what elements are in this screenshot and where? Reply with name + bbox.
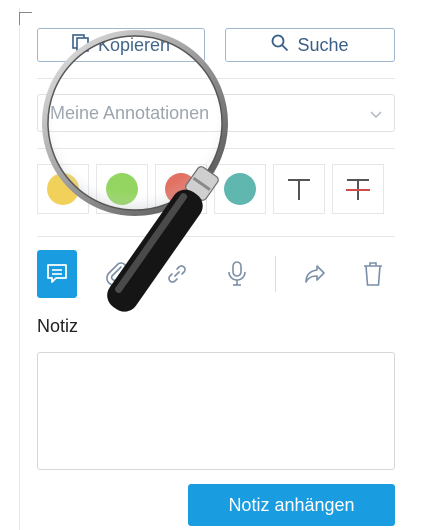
red-dot bbox=[165, 173, 197, 205]
note-label: Notiz bbox=[37, 316, 79, 336]
divider bbox=[37, 78, 395, 79]
annotation-toolbar bbox=[37, 250, 397, 298]
chevron-down-icon bbox=[370, 103, 382, 124]
copy-button[interactable]: Kopieren bbox=[37, 28, 205, 62]
search-label: Suche bbox=[297, 34, 349, 55]
color-swatch-teal[interactable] bbox=[214, 164, 266, 214]
paperclip-icon bbox=[106, 262, 127, 286]
delete-button[interactable] bbox=[353, 250, 393, 298]
color-swatch-red[interactable] bbox=[155, 164, 207, 214]
yellow-dot bbox=[47, 173, 79, 205]
microphone-icon bbox=[228, 261, 246, 286]
attach-button[interactable] bbox=[97, 250, 137, 298]
link-icon bbox=[168, 265, 186, 283]
color-swatch-green[interactable] bbox=[96, 164, 148, 214]
color-swatch-yellow[interactable] bbox=[37, 164, 89, 214]
trash-icon bbox=[364, 262, 382, 286]
search-icon bbox=[271, 34, 289, 57]
strikethrough-button[interactable] bbox=[332, 164, 384, 214]
comment-button[interactable] bbox=[37, 250, 77, 298]
note-textarea[interactable] bbox=[37, 352, 395, 470]
copy-label: Kopieren bbox=[97, 34, 171, 55]
divider bbox=[37, 236, 395, 237]
divider bbox=[37, 148, 395, 149]
green-dot bbox=[106, 173, 138, 205]
annotation-filter-select[interactable]: Meine Annotationen bbox=[37, 94, 395, 132]
search-button[interactable]: Suche bbox=[225, 28, 395, 62]
voice-note-button[interactable] bbox=[217, 250, 257, 298]
toolbar-separator bbox=[275, 256, 276, 292]
text-icon bbox=[288, 179, 310, 200]
comment-icon bbox=[47, 264, 67, 283]
text-style-button[interactable] bbox=[273, 164, 325, 214]
link-button[interactable] bbox=[157, 250, 197, 298]
annotation-filter-value: Meine Annotationen bbox=[50, 102, 210, 123]
share-arrow-icon bbox=[305, 265, 325, 283]
copy-icon bbox=[72, 33, 90, 57]
attach-note-button[interactable]: Notiz anhängen bbox=[188, 484, 395, 526]
strikethrough-icon bbox=[346, 179, 370, 200]
share-button[interactable] bbox=[295, 250, 335, 298]
color-swatch-row bbox=[37, 164, 384, 214]
teal-dot bbox=[224, 173, 256, 205]
panel-corner-mark bbox=[19, 12, 32, 25]
